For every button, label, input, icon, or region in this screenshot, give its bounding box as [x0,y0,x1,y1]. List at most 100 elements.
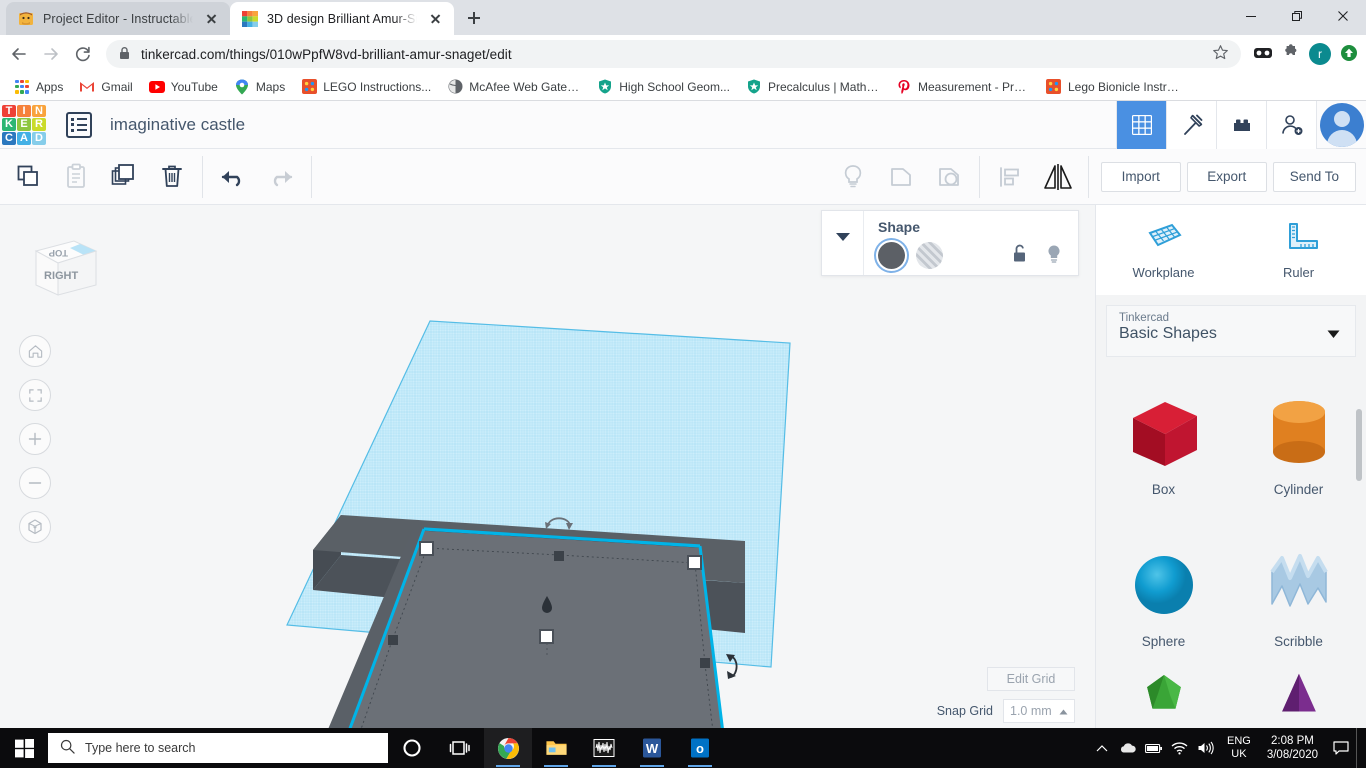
bookmark-gmail[interactable]: Gmail [71,76,140,98]
browser-tab-tinkercad[interactable]: 3D design Brilliant Amur-Snaget [230,2,454,35]
maximize-icon[interactable] [1274,0,1320,32]
design-canvas[interactable]: TOP RIGHT Shape Edit Grid Snap Grid 1.0 … [0,205,1095,733]
svg-text:W: W [646,741,659,756]
notification-icon[interactable] [1326,728,1356,768]
bookmark-high-school-geometry[interactable]: High School Geom... [589,76,738,98]
3d-scene[interactable] [0,205,1095,733]
show-desktop-button[interactable] [1356,728,1362,768]
duplicate-button[interactable] [100,157,148,197]
task-view-icon[interactable] [436,728,484,768]
unlock-icon[interactable] [1012,244,1028,267]
bookmark-lego-bionicle[interactable]: Lego Bionicle Instru... [1038,76,1188,98]
taskbar-search[interactable]: Type here to search [48,733,388,763]
zoom-in-button[interactable] [19,423,51,455]
sidebar-scrollbar[interactable] [1356,409,1362,481]
new-tab-button[interactable] [460,4,488,32]
shape-item-polyhedron[interactable] [1096,671,1231,729]
zoom-out-button[interactable] [19,467,51,499]
corner-handle [419,541,434,556]
user-avatar[interactable] [1316,100,1366,149]
lightbulb-icon[interactable] [1046,244,1062,267]
project-list-icon[interactable] [66,111,92,138]
star-icon[interactable] [1212,44,1229,64]
bookmark-label: Precalculus | Math |... [767,79,880,94]
header-actions [1116,100,1366,149]
codeblocks-button[interactable] [1166,100,1216,149]
bookmark-precalculus[interactable]: Precalculus | Math |... [738,76,888,98]
bookmark-measurement[interactable]: Measurement - Pro... [888,76,1038,98]
import-button[interactable]: Import [1100,161,1181,192]
close-icon[interactable] [426,10,444,28]
url-text: tinkercad.com/things/010wPpfW8vd-brillia… [141,46,512,62]
view-cube[interactable]: TOP RIGHT [22,229,100,307]
workplane-label: Workplane [1132,264,1195,280]
reload-icon[interactable] [68,39,98,69]
bookmark-maps[interactable]: Maps [226,76,293,98]
wifi-icon[interactable] [1167,728,1193,768]
battery-icon[interactable] [1141,728,1167,768]
orthographic-toggle-button[interactable] [19,511,51,543]
maps-icon [234,79,250,95]
apps-grid-icon [14,79,30,95]
windows-start-icon[interactable] [0,728,48,768]
tinkercad-toolbar: Import Export Send To [0,149,1366,205]
close-icon[interactable] [202,10,220,28]
word-icon[interactable]: W [628,728,676,768]
home-view-button[interactable] [19,335,51,367]
audacity-icon[interactable] [580,728,628,768]
minimize-icon[interactable] [1228,0,1274,32]
bookmark-apps[interactable]: Apps [6,76,71,98]
bookmark-youtube[interactable]: YouTube [141,76,226,98]
export-button[interactable]: Export [1186,161,1267,192]
copy-button[interactable] [4,157,52,197]
puzzle-extensions-icon[interactable] [1282,43,1300,65]
language-indicator[interactable]: ENG UK [1219,735,1259,761]
snap-grid-select[interactable]: 1.0 mm [1003,699,1075,723]
outlook-icon[interactable]: o [676,728,724,768]
back-arrow-icon[interactable] [4,39,34,69]
undo-button[interactable] [209,157,257,197]
cortana-icon[interactable] [388,728,436,768]
fit-view-button[interactable] [19,379,51,411]
glasses-extension-icon[interactable] [1253,45,1273,64]
solid-color-swatch[interactable] [878,242,905,269]
blocks-button[interactable] [1216,100,1266,149]
ruler-tool[interactable]: Ruler [1231,205,1366,295]
chevron-up-icon[interactable] [1089,728,1115,768]
tinkercad-logo[interactable]: TIN KER CAD [2,104,46,145]
edge-handle [388,635,398,645]
address-bar[interactable]: tinkercad.com/things/010wPpfW8vd-brillia… [106,40,1241,68]
delete-button[interactable] [148,157,196,197]
shape-item-box[interactable]: Box [1096,367,1231,519]
group-button [877,157,925,197]
browser-tab-instructables[interactable]: Project Editor - Instructables [6,2,230,35]
bookmark-lego-instructions[interactable]: LEGO Instructions... [293,76,439,98]
shape-library-picker[interactable]: Tinkercad Basic Shapes [1106,305,1356,357]
volume-icon[interactable] [1193,728,1219,768]
design-grid-button[interactable] [1116,100,1166,149]
profile-avatar[interactable]: r [1309,43,1331,65]
shape-grid[interactable]: Box Cylinder Sphere Scribble [1096,367,1366,733]
bookmark-label: Apps [36,79,64,94]
tinkercad-body: TOP RIGHT Shape Edit Grid Snap Grid 1.0 … [0,205,1366,733]
close-icon[interactable] [1320,0,1366,32]
bookmark-mcafee[interactable]: McAfee Web Gatew... [439,76,589,98]
chrome-icon[interactable] [484,728,532,768]
shape-item-cylinder[interactable]: Cylinder [1231,367,1366,519]
edit-grid-button[interactable]: Edit Grid [987,667,1075,691]
send-to-button[interactable]: Send To [1272,161,1356,192]
box-shape [1132,401,1197,466]
update-arrow-icon[interactable] [1340,44,1358,65]
shape-item-scribble[interactable]: Scribble [1231,519,1366,671]
chevron-down-icon[interactable] [822,211,864,275]
clock[interactable]: 2:08 PM 3/08/2020 [1259,734,1326,762]
invite-button[interactable] [1266,100,1316,149]
shape-item-sphere[interactable]: Sphere [1096,519,1231,671]
hole-swatch[interactable] [916,242,943,269]
onedrive-cloud-icon[interactable] [1115,728,1141,768]
mirror-button[interactable] [1034,157,1082,197]
workplane-tool[interactable]: Workplane [1096,205,1231,295]
file-explorer-icon[interactable] [532,728,580,768]
shape-item-cone[interactable] [1231,671,1366,729]
sphere-shape [1134,555,1193,614]
